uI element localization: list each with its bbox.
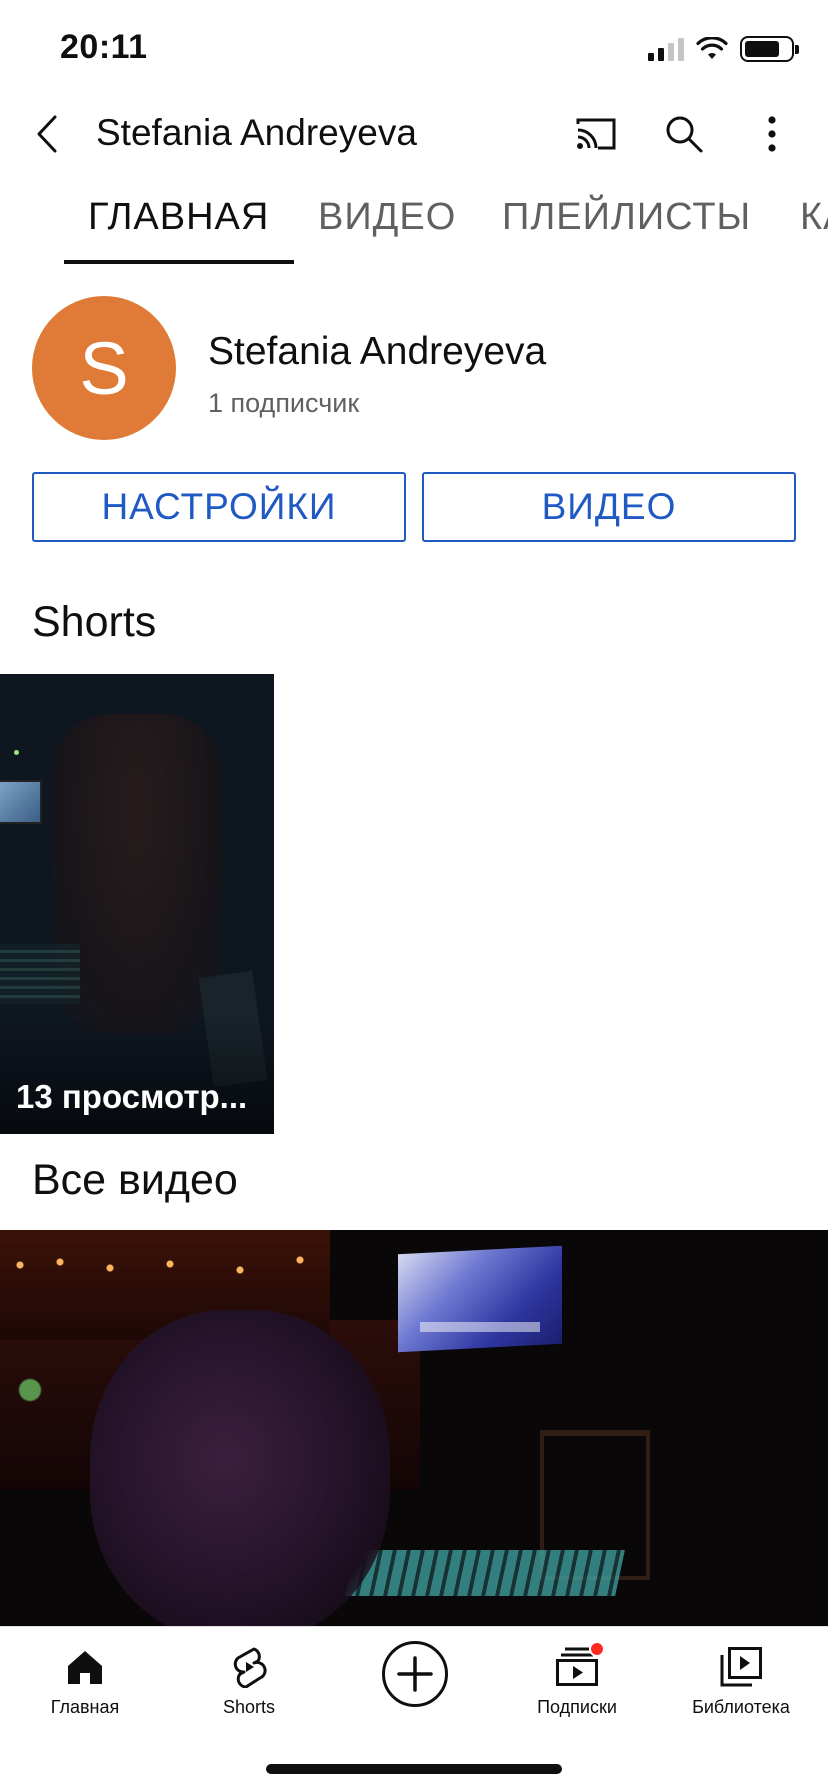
create-plus-icon: [382, 1641, 448, 1707]
channel-avatar[interactable]: S: [32, 296, 176, 440]
library-icon: [720, 1647, 762, 1687]
short-thumbnail[interactable]: 13 просмотр...: [0, 674, 274, 1134]
nav-library[interactable]: Библиотека: [658, 1627, 824, 1737]
status-bar: 20:11: [0, 0, 828, 98]
channel-tabs: ГЛАВНАЯ ВИДЕО ПЛЕЙЛИСТЫ КА: [0, 186, 828, 266]
home-indicator: [266, 1764, 562, 1774]
shorts-heading: Shorts: [32, 598, 157, 646]
app-bar: Stefania Andreyeva: [0, 98, 828, 170]
nav-create[interactable]: [332, 1627, 498, 1737]
search-icon: [666, 116, 703, 153]
cast-button[interactable]: [564, 102, 628, 166]
back-arrow-icon: [37, 115, 57, 153]
short-view-count: 13 просмотр...: [16, 1078, 248, 1115]
nav-library-label: Библиотека: [692, 1697, 790, 1717]
tab-home[interactable]: ГЛАВНАЯ: [88, 196, 269, 239]
status-time: 20:11: [60, 28, 148, 66]
settings-button[interactable]: НАСТРОЙКИ: [32, 472, 406, 542]
active-tab-indicator: [64, 260, 294, 264]
app-bar-title: Stefania Andreyeva: [96, 112, 417, 153]
video-thumbnail[interactable]: [0, 1230, 828, 1626]
more-vert-icon: [768, 116, 776, 152]
nav-shorts-label: Shorts: [222, 1697, 276, 1717]
nav-shorts[interactable]: Shorts: [166, 1627, 332, 1737]
channel-name: Stefania Andreyeva: [208, 330, 547, 373]
shorts-icon: [233, 1647, 267, 1688]
home-icon: [68, 1651, 102, 1684]
tab-playlists[interactable]: ПЛЕЙЛИСТЫ: [502, 196, 751, 239]
nav-subscriptions[interactable]: Подписки: [494, 1627, 660, 1737]
all-videos-heading: Все видео: [32, 1156, 238, 1204]
cast-icon: [576, 118, 616, 150]
nav-home-label: Главная: [50, 1697, 120, 1717]
search-button[interactable]: [652, 102, 716, 166]
wifi-icon: [696, 37, 728, 59]
back-button[interactable]: [16, 102, 80, 166]
tab-videos[interactable]: ВИДЕО: [318, 196, 456, 239]
notification-dot: [589, 1641, 605, 1657]
signal-icon: [648, 37, 684, 61]
nav-home[interactable]: Главная: [2, 1627, 168, 1737]
tab-more-cut[interactable]: КА: [800, 196, 828, 239]
battery-icon: [740, 36, 799, 62]
video-manager-button[interactable]: ВИДЕО: [422, 472, 796, 542]
subscriber-count: 1 подписчик: [208, 388, 360, 418]
status-icons: [648, 36, 799, 62]
nav-subscriptions-label: Подписки: [537, 1697, 617, 1717]
more-options-button[interactable]: [740, 102, 804, 166]
